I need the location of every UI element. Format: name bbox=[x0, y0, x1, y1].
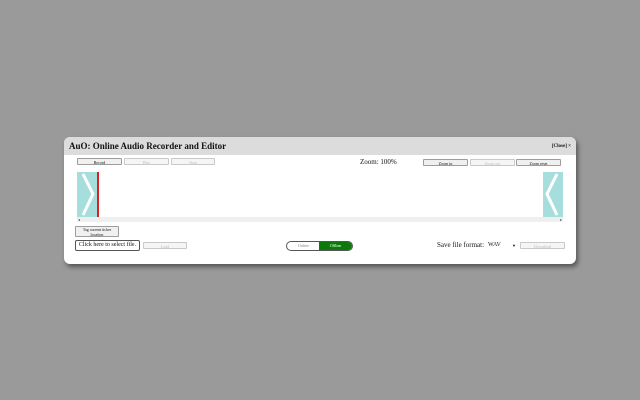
zoom-reset-button[interactable]: Zoom reset bbox=[516, 159, 561, 166]
left-trim-handle[interactable] bbox=[77, 172, 97, 217]
dialog-titlebar: AuO: Online Audio Recorder and Editor [C… bbox=[64, 137, 576, 155]
save-format-value: WAV bbox=[488, 242, 501, 248]
scroll-right-icon[interactable]: ▸ bbox=[560, 217, 562, 222]
load-button[interactable]: Load bbox=[143, 242, 187, 249]
file-select-button[interactable]: Click here to select file. bbox=[75, 240, 140, 251]
right-trim-handle[interactable] bbox=[543, 172, 563, 217]
close-button[interactable]: [Close] × bbox=[552, 144, 571, 149]
audio-editor-dialog: AuO: Online Audio Recorder and Editor [C… bbox=[64, 137, 576, 264]
chevron-right-icon bbox=[81, 173, 95, 216]
save-format-label: Save file format: bbox=[437, 241, 485, 249]
scroll-left-icon[interactable]: ◂ bbox=[78, 217, 80, 222]
dropdown-arrow-icon: ▼ bbox=[512, 243, 516, 248]
stop-button[interactable]: Stop bbox=[171, 158, 215, 165]
online-offline-toggle[interactable]: Online Offline bbox=[286, 241, 353, 251]
playhead-cursor[interactable] bbox=[97, 172, 99, 217]
waveform-area[interactable] bbox=[77, 172, 563, 217]
zoom-in-button[interactable]: Zoom in bbox=[423, 159, 468, 166]
toggle-offline[interactable]: Offline bbox=[319, 242, 352, 250]
dialog-title: AuO: Online Audio Recorder and Editor bbox=[69, 141, 227, 151]
zoom-level: Zoom: 100% bbox=[360, 158, 397, 166]
chevron-left-icon bbox=[545, 173, 559, 216]
record-button[interactable]: Record bbox=[77, 158, 122, 165]
toggle-online[interactable]: Online bbox=[287, 242, 320, 250]
play-button[interactable]: Play bbox=[124, 158, 169, 165]
tag-ticker-button[interactable]: Tag current ticker location bbox=[75, 226, 119, 237]
zoom-out-button[interactable]: Zoom out bbox=[470, 159, 515, 166]
timeline-scrollbar[interactable]: ◂ ▸ bbox=[77, 217, 563, 222]
download-button[interactable]: Download bbox=[520, 242, 565, 249]
save-format-select[interactable]: WAV ▼ bbox=[488, 241, 516, 250]
